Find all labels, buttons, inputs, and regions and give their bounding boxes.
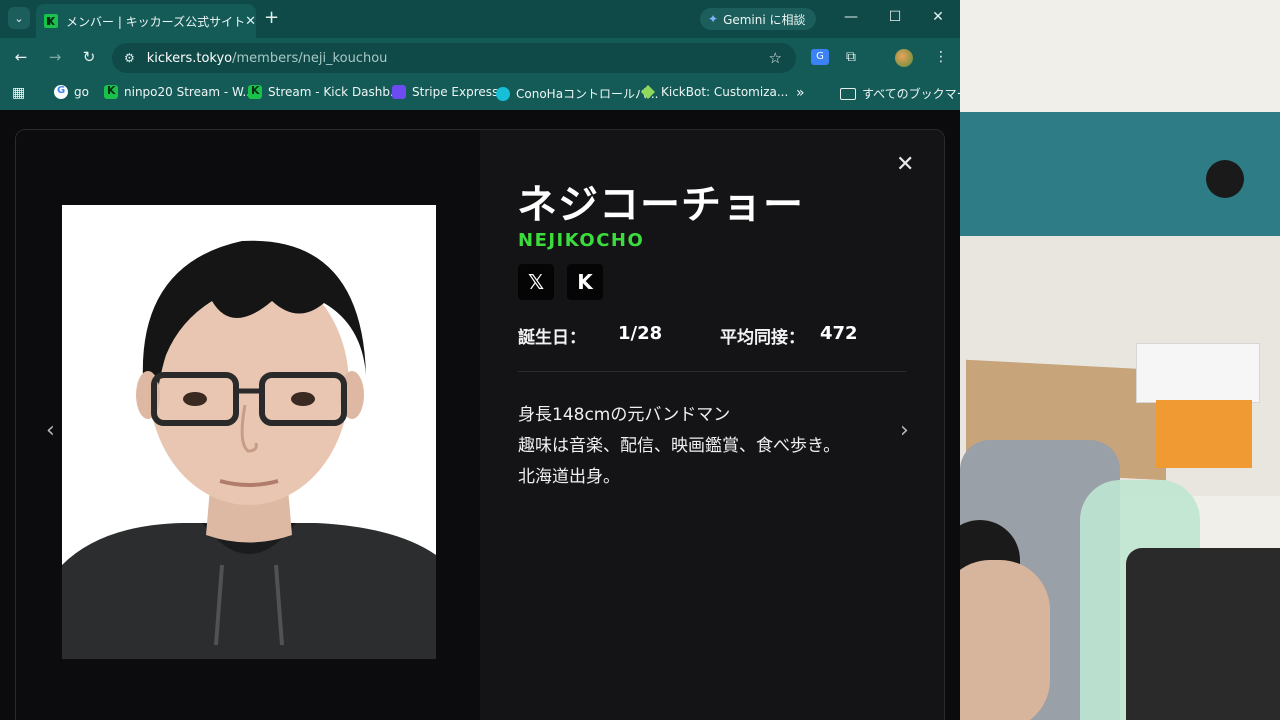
- site-info-icon[interactable]: ⚙: [124, 51, 135, 65]
- bookmark-stripe-express[interactable]: Stripe Express: [392, 85, 498, 99]
- gemini-label: Gemini に相談: [723, 12, 806, 27]
- divider: [518, 371, 906, 372]
- bookmark-star-icon[interactable]: ☆: [769, 49, 782, 67]
- bookmark-label: Stream - Kick Dashb...: [268, 85, 402, 99]
- tab-search-button[interactable]: ⌄: [8, 7, 30, 29]
- stripe-icon: [392, 85, 406, 99]
- more-bookmarks-chevron-icon[interactable]: »: [796, 85, 805, 101]
- member-bio: 身長148cmの元バンドマン 趣味は音楽、配信、映画鑑賞、食べ歩き。 北海道出身…: [518, 400, 840, 493]
- bookmark-label: ConoHaコントロールパ...: [516, 87, 659, 101]
- bookmarks-bar: ▦ go ninpo20 Stream - W... Stream - Kick…: [0, 78, 960, 110]
- gemini-sparkle-icon: ✦: [708, 12, 719, 26]
- kick-icon[interactable]: K: [567, 264, 603, 300]
- google-icon: [54, 85, 68, 99]
- tab-title: メンバー | キッカーズ公式サイト: [66, 14, 246, 29]
- maximize-icon[interactable]: ☐: [885, 9, 905, 25]
- conoha-icon: [496, 86, 510, 101]
- address-bar[interactable]: ⚙ kickers.tokyo/members/neji_kouchou ☆: [112, 43, 796, 73]
- bookmark-ninpo20[interactable]: ninpo20 Stream - W...: [104, 84, 254, 99]
- kickers-favicon-icon: [44, 14, 58, 28]
- portrait-illustration: [62, 205, 436, 659]
- browser-toolbar: ← → ↻ ⚙ kickers.tokyo/members/neji_kouch…: [0, 38, 960, 78]
- title-bar: ⌄ メンバー | キッカーズ公式サイト ✕ + ✦ Gemini に相談 — ☐…: [0, 0, 960, 38]
- url-host: kickers.tokyo: [146, 50, 233, 66]
- kickbot-icon: [641, 85, 655, 99]
- all-bookmarks-folder[interactable]: すべてのブックマーク: [840, 85, 960, 102]
- bio-line: 趣味は音楽、配信、映画鑑賞、食べ歩き。: [518, 436, 841, 456]
- new-tab-button[interactable]: +: [264, 9, 279, 27]
- birthday-value: 1/28: [618, 323, 663, 344]
- white-container: [1136, 343, 1260, 403]
- minimize-icon[interactable]: —: [841, 9, 861, 25]
- kick-favicon-icon: [104, 84, 118, 99]
- dark-furniture: [1126, 548, 1280, 720]
- forward-arrow-icon[interactable]: →: [45, 48, 65, 66]
- extensions-puzzle-icon[interactable]: ⧉: [846, 49, 856, 65]
- bookmark-label: go: [74, 85, 89, 99]
- previous-member-arrow-icon[interactable]: ‹: [46, 418, 55, 443]
- bookmark-label: ninpo20 Stream - W...: [124, 85, 254, 99]
- reload-icon[interactable]: ↻: [79, 48, 99, 66]
- bookmark-kick-dashboard[interactable]: Stream - Kick Dashb...: [248, 84, 402, 99]
- bookmark-label: Stripe Express: [412, 85, 499, 99]
- orange-box: [1156, 400, 1252, 468]
- wall-hole: [1206, 160, 1244, 198]
- page-content: ‹ ✕ ネジコーチョー NEJIKOCHO 𝕏 K 誕生日： 1/28 平均同接…: [0, 110, 960, 720]
- apps-grid-icon[interactable]: ▦: [12, 85, 25, 101]
- url-path: /members/neji_kouchou: [232, 50, 388, 66]
- translate-extension-icon[interactable]: G: [811, 49, 829, 65]
- bookmark-conoha[interactable]: ConoHaコントロールパ...: [496, 85, 659, 102]
- webcam-feed: [960, 0, 1280, 720]
- avg-viewers-value: 472: [820, 323, 858, 344]
- member-photo: [62, 205, 436, 659]
- kick-favicon-icon: [248, 84, 262, 99]
- person-arm: [960, 560, 1050, 720]
- next-member-arrow-icon[interactable]: ›: [900, 418, 909, 443]
- member-modal: ‹ ✕ ネジコーチョー NEJIKOCHO 𝕏 K 誕生日： 1/28 平均同接…: [15, 129, 945, 720]
- bio-line: 身長148cmの元バンドマン: [518, 405, 731, 425]
- birthday-label: 誕生日：: [518, 328, 586, 348]
- bookmark-label: KickBot: Customiza...: [661, 85, 789, 99]
- active-tab[interactable]: メンバー | キッカーズ公式サイト ✕: [36, 4, 256, 38]
- bookmark-go[interactable]: go: [54, 85, 89, 99]
- tab-close-icon[interactable]: ✕: [245, 14, 256, 29]
- browser-window: ⌄ メンバー | キッカーズ公式サイト ✕ + ✦ Gemini に相談 — ☐…: [0, 0, 960, 720]
- menu-kebab-icon[interactable]: ⋮: [934, 49, 948, 65]
- gemini-button[interactable]: ✦ Gemini に相談: [700, 8, 816, 30]
- bio-line: 北海道出身。: [518, 467, 620, 487]
- modal-photo-panel: ‹: [16, 130, 480, 720]
- folder-icon: [840, 87, 856, 100]
- modal-close-icon[interactable]: ✕: [896, 152, 914, 177]
- profile-avatar[interactable]: [895, 49, 913, 67]
- member-name-english: NEJIKOCHO: [518, 230, 645, 251]
- all-bookmarks-label: すべてのブックマーク: [862, 87, 960, 101]
- x-icon[interactable]: 𝕏: [518, 264, 554, 300]
- window-close-icon[interactable]: ✕: [928, 9, 948, 25]
- member-name-japanese: ネジコーチョー: [517, 182, 804, 228]
- avg-viewers-label: 平均同接：: [720, 328, 805, 348]
- back-arrow-icon[interactable]: ←: [11, 48, 31, 66]
- bookmark-kickbot[interactable]: KickBot: Customiza...: [641, 85, 788, 99]
